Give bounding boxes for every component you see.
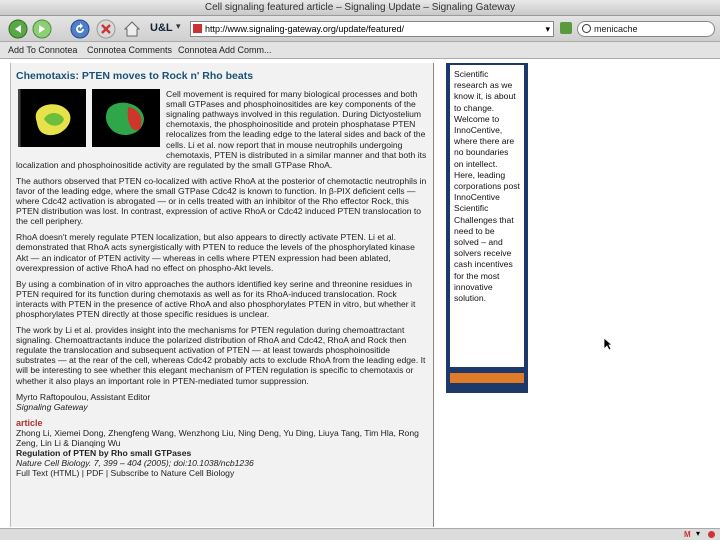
- mouse-pointer-icon: [603, 337, 613, 351]
- reference-citation: Nature Cell Biology. 7, 399 – 404 (2005)…: [16, 458, 254, 469]
- back-icon[interactable]: [8, 19, 28, 39]
- dropdown-arrow-icon[interactable]: ▾: [176, 21, 181, 32]
- article-paragraph-4: By using a combination of in vitro appro…: [16, 278, 416, 319]
- bookmark-add-to-connotea[interactable]: Add To Connotea: [8, 45, 77, 55]
- mail-icon[interactable]: M: [684, 530, 691, 539]
- article-title: Chemotaxis: PTEN moves to Rock n' Rho be…: [16, 70, 254, 82]
- address-bar[interactable]: http://www.signaling-gateway.org/update/…: [190, 21, 554, 37]
- reload-icon[interactable]: [70, 19, 90, 39]
- featured-article: Chemotaxis: PTEN moves to Rock n' Rho be…: [10, 63, 434, 527]
- article-paragraph-2: The authors observed that PTEN co-locali…: [16, 175, 427, 227]
- article-figure: [17, 89, 160, 148]
- page-content: Chemotaxis: PTEN moves to Rock n' Rho be…: [0, 59, 720, 528]
- search-engine-icon[interactable]: [582, 24, 591, 33]
- section-label: article: [16, 417, 43, 428]
- go-icon[interactable]: [560, 22, 572, 34]
- bookmark-connotea-comments[interactable]: Connotea Comments: [87, 45, 172, 55]
- address-url: http://www.signaling-gateway.org/update/…: [205, 24, 404, 34]
- ad-footer-bar[interactable]: [450, 373, 524, 383]
- address-dropdown-icon[interactable]: ▾: [545, 22, 550, 36]
- toolbar-logo[interactable]: U&L: [150, 22, 173, 34]
- ad-text: Scientific research as we know it, is ab…: [450, 65, 524, 367]
- article-paragraph-3: RhoA doesn't merely regulate PTEN locali…: [16, 232, 415, 273]
- status-indicator-icon: [708, 531, 715, 538]
- article-paragraph-5: The work by Li et al. provides insight i…: [16, 325, 426, 386]
- editor-name: Myrto Raftopoulou, Assistant Editor: [16, 391, 151, 402]
- bookmark-connotea-add-comment[interactable]: Connotea Add Comm...: [178, 45, 272, 55]
- status-dropdown-icon[interactable]: ▾: [696, 529, 700, 538]
- innocentive-ad[interactable]: Scientific research as we know it, is ab…: [446, 63, 528, 393]
- reference-title[interactable]: Regulation of PTEN by Rho small GTPases: [16, 448, 429, 458]
- cell-microscopy-image: [17, 89, 160, 148]
- home-icon[interactable]: [122, 19, 142, 39]
- stop-icon[interactable]: [96, 19, 116, 39]
- search-input[interactable]: menicache: [577, 21, 715, 37]
- article-links[interactable]: Full Text (HTML) | PDF | Subscribe to Na…: [16, 468, 429, 478]
- status-bar: M ▾: [0, 528, 720, 540]
- forward-icon[interactable]: [32, 19, 52, 39]
- window-title: Cell signaling featured article – Signal…: [0, 0, 720, 16]
- site-favicon-icon: [193, 24, 202, 33]
- editor-org: Signaling Gateway: [16, 401, 88, 412]
- article-authors: Zhong Li, Xiemei Dong, Zhengfeng Wang, W…: [16, 427, 419, 448]
- search-value: menicache: [594, 24, 638, 34]
- bookmarks-bar: Add To Connotea Connotea Comments Connot…: [0, 42, 720, 59]
